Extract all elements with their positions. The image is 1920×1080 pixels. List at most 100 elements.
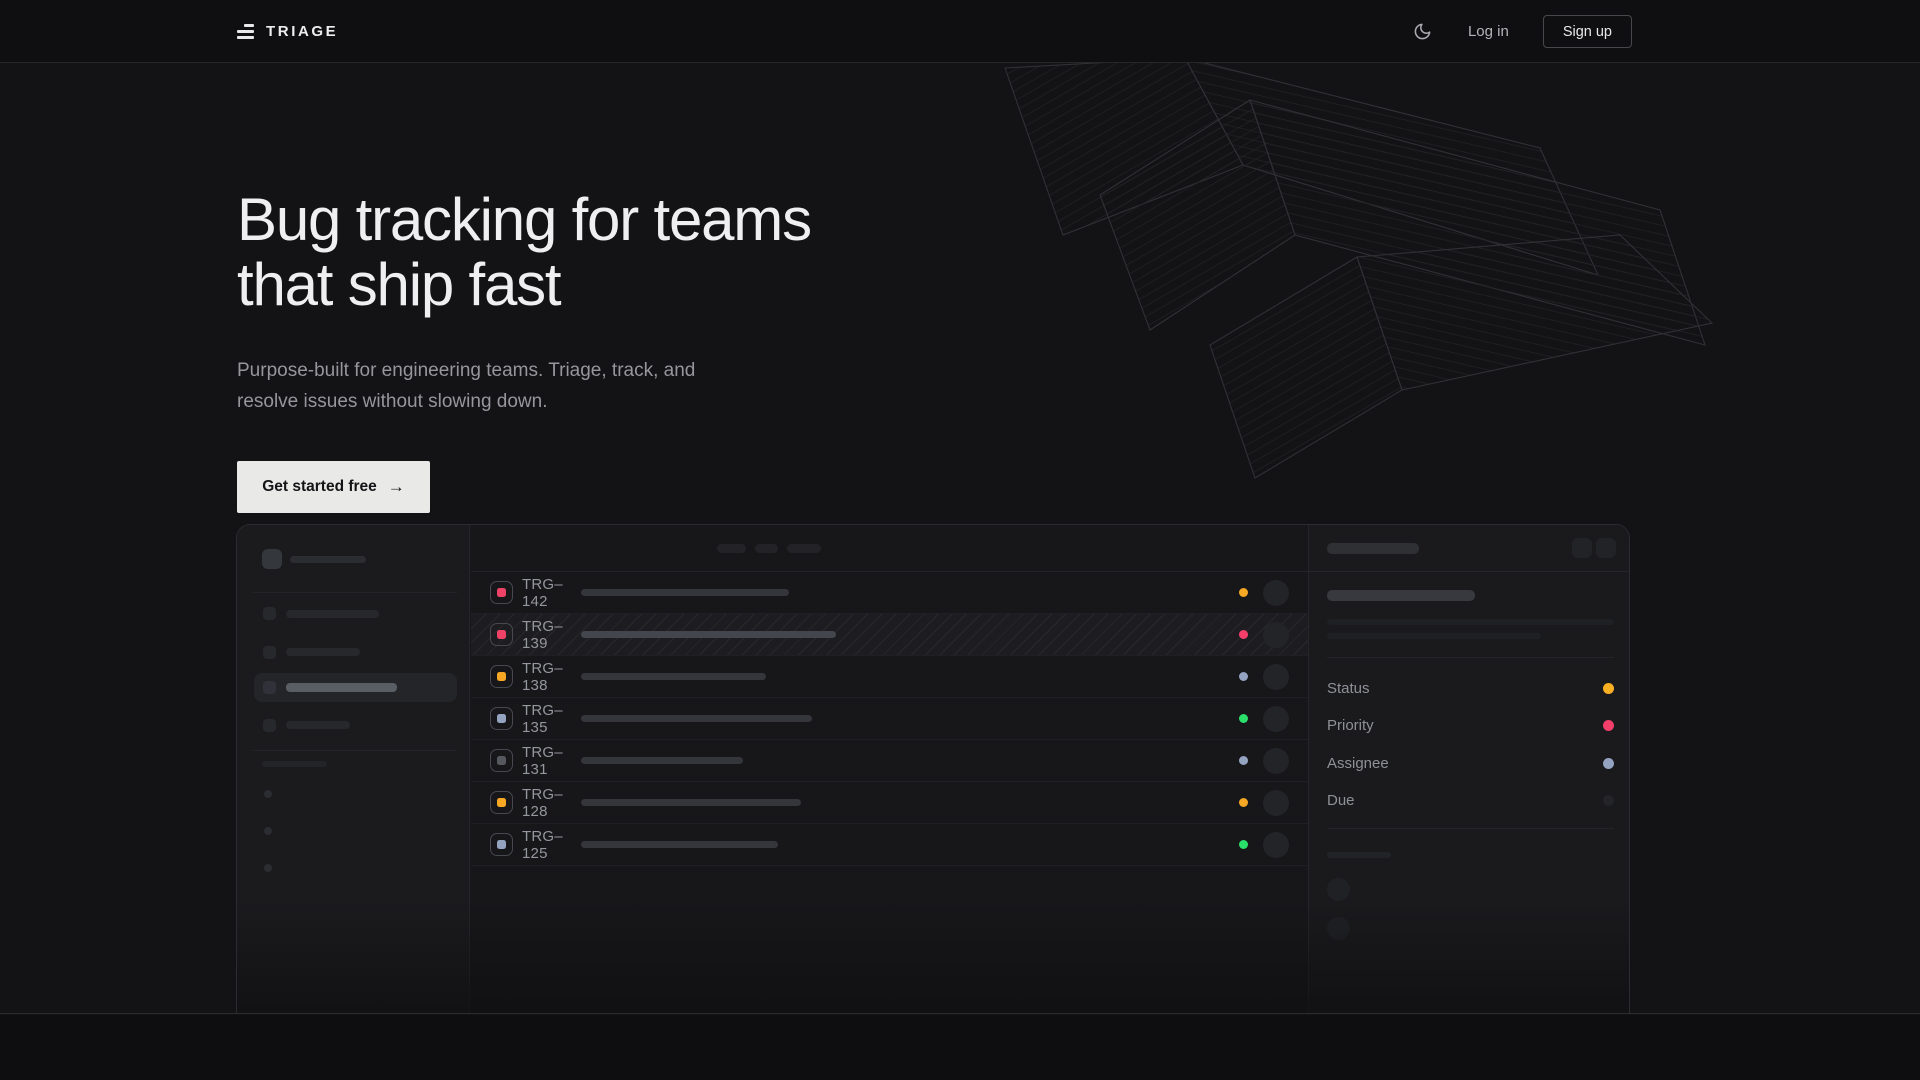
get-started-button[interactable]: Get started free → bbox=[237, 461, 430, 513]
breadcrumb-skeleton bbox=[1327, 543, 1419, 554]
theme-toggle-moon-icon[interactable] bbox=[1412, 21, 1434, 43]
field-label: Priority bbox=[1327, 717, 1374, 734]
list-dot bbox=[264, 790, 272, 798]
issue-row[interactable]: TRG–138 bbox=[471, 656, 1308, 698]
divider bbox=[1327, 657, 1614, 658]
mockup-sidebar bbox=[237, 525, 470, 1014]
field-value-dot[interactable] bbox=[1603, 720, 1614, 731]
sidebar-item-skeleton[interactable] bbox=[286, 721, 350, 729]
sidebar-item-skeleton bbox=[286, 683, 397, 692]
field-row-status: Status bbox=[1327, 677, 1614, 699]
field-value-dot[interactable] bbox=[1603, 758, 1614, 769]
workspace-avatar bbox=[262, 549, 282, 569]
navbar-actions: Log in Sign up bbox=[1412, 0, 1632, 63]
mockup-issue-list: TRG–142 TRG–139 TRG–138 bbox=[471, 525, 1308, 1014]
filter-tab-skeleton[interactable] bbox=[717, 544, 746, 553]
assignee-avatar bbox=[1263, 664, 1289, 690]
issue-type-icon bbox=[490, 623, 513, 646]
sidebar-item-skeleton[interactable] bbox=[286, 610, 379, 618]
detail-panel-header bbox=[1309, 525, 1630, 572]
get-started-label: Get started free bbox=[262, 478, 377, 496]
field-value-dot[interactable] bbox=[1603, 795, 1614, 806]
divider bbox=[1327, 828, 1614, 829]
sidebar-item-icon bbox=[263, 646, 276, 659]
field-value-dot[interactable] bbox=[1603, 683, 1614, 694]
issue-row[interactable]: TRG–131 bbox=[471, 740, 1308, 782]
issue-type-icon bbox=[490, 665, 513, 688]
divider bbox=[253, 750, 457, 751]
hero-title-line1: Bug tracking for teams bbox=[237, 187, 811, 252]
assignee-avatar bbox=[1263, 832, 1289, 858]
login-link[interactable]: Log in bbox=[1468, 23, 1509, 40]
description-skeleton bbox=[1327, 633, 1541, 639]
comment-avatar bbox=[1327, 878, 1350, 901]
skeleton-bar bbox=[290, 556, 366, 563]
issue-id: TRG–128 bbox=[522, 786, 581, 820]
issue-type-icon bbox=[490, 581, 513, 604]
next-section bbox=[0, 1015, 1920, 1080]
issue-id: TRG–131 bbox=[522, 744, 581, 778]
issue-type-icon bbox=[490, 749, 513, 772]
issue-row[interactable]: TRG–142 bbox=[471, 572, 1308, 614]
list-dot bbox=[264, 827, 272, 835]
issue-type-icon bbox=[490, 707, 513, 730]
list-dot bbox=[264, 864, 272, 872]
brand-name: TRIAGE bbox=[266, 23, 338, 40]
assignee-avatar bbox=[1263, 706, 1289, 732]
status-dot bbox=[1239, 714, 1248, 723]
issue-id: TRG–138 bbox=[522, 660, 581, 694]
field-row-due: Due bbox=[1327, 789, 1614, 811]
sidebar-item-active[interactable] bbox=[254, 673, 457, 702]
panel-action-button[interactable] bbox=[1596, 538, 1616, 558]
description-skeleton bbox=[1327, 619, 1614, 625]
issue-row[interactable]: TRG–128 bbox=[471, 782, 1308, 824]
issue-list-header bbox=[471, 525, 1308, 572]
assignee-avatar bbox=[1263, 790, 1289, 816]
field-row-assignee: Assignee bbox=[1327, 752, 1614, 774]
sidebar-item-icon bbox=[263, 607, 276, 620]
status-dot bbox=[1239, 756, 1248, 765]
assignee-avatar bbox=[1263, 748, 1289, 774]
navbar: TRIAGE Log in Sign up bbox=[0, 0, 1920, 63]
issue-row[interactable]: TRG–135 bbox=[471, 698, 1308, 740]
hero-title-line2: that ship fast bbox=[237, 252, 811, 317]
mockup-detail-panel: Status Priority Assignee Due bbox=[1308, 525, 1630, 1014]
issue-type-icon bbox=[490, 833, 513, 856]
issue-row[interactable]: TRG–125 bbox=[471, 824, 1308, 866]
issue-id: TRG–142 bbox=[522, 576, 581, 610]
status-dot bbox=[1239, 672, 1248, 681]
issue-row-selected[interactable]: TRG–139 bbox=[471, 614, 1308, 656]
activity-label-skeleton bbox=[1327, 852, 1391, 858]
sidebar-item-icon bbox=[263, 719, 276, 732]
status-dot bbox=[1239, 630, 1248, 639]
panel-action-button[interactable] bbox=[1572, 538, 1592, 558]
app-mockup: TRG–142 TRG–139 TRG–138 bbox=[236, 524, 1630, 1014]
assignee-avatar bbox=[1263, 580, 1289, 606]
issue-title-skeleton bbox=[581, 715, 812, 722]
status-dot bbox=[1239, 588, 1248, 597]
hero-subtitle-line2: resolve issues without slowing down. bbox=[237, 391, 548, 412]
issue-title-skeleton bbox=[581, 631, 836, 638]
field-label: Status bbox=[1327, 680, 1370, 697]
landing-page: TRIAGE Log in Sign up bbox=[0, 0, 1920, 1080]
status-dot bbox=[1239, 798, 1248, 807]
issue-title-skeleton bbox=[1327, 590, 1475, 601]
filter-tab-skeleton[interactable] bbox=[755, 544, 778, 553]
signup-button[interactable]: Sign up bbox=[1543, 15, 1632, 48]
comment-avatar bbox=[1327, 917, 1350, 940]
field-row-priority: Priority bbox=[1327, 714, 1614, 736]
issue-title-skeleton bbox=[581, 589, 789, 596]
issue-id: TRG–139 bbox=[522, 618, 581, 652]
hero-title: Bug tracking for teams that ship fast bbox=[237, 187, 811, 317]
triage-logo-icon bbox=[237, 24, 254, 39]
sidebar-item-skeleton[interactable] bbox=[286, 648, 360, 656]
hero-subtitle: Purpose-built for engineering teams. Tri… bbox=[237, 356, 695, 417]
issue-title-skeleton bbox=[581, 757, 743, 764]
assignee-avatar bbox=[1263, 622, 1289, 648]
field-label: Due bbox=[1327, 792, 1355, 809]
issue-id: TRG–135 bbox=[522, 702, 581, 736]
issue-title-skeleton bbox=[581, 841, 778, 848]
field-label: Assignee bbox=[1327, 755, 1389, 772]
filter-tab-skeleton[interactable] bbox=[787, 544, 821, 553]
brand-logo[interactable]: TRIAGE bbox=[237, 0, 338, 63]
